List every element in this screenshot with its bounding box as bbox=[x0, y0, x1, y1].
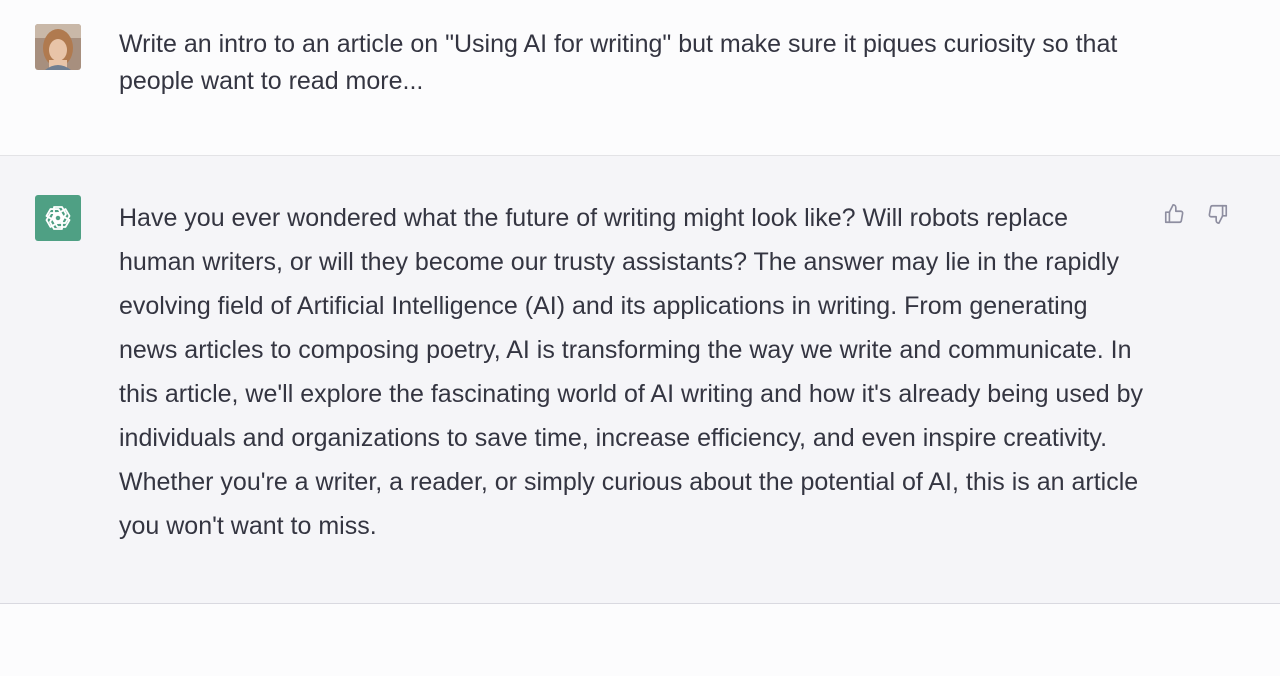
thumbs-down-icon[interactable] bbox=[1204, 200, 1232, 228]
assistant-message-row: Have you ever wondered what the future o… bbox=[0, 156, 1280, 604]
user-message-row: Write an intro to an article on "Using A… bbox=[0, 0, 1280, 156]
thumbs-up-icon[interactable] bbox=[1160, 200, 1188, 228]
user-avatar bbox=[35, 24, 81, 70]
chat-window: Write an intro to an article on "Using A… bbox=[0, 0, 1280, 676]
user-message-text: Write an intro to an article on "Using A… bbox=[119, 30, 1118, 95]
openai-logo-icon bbox=[35, 195, 81, 241]
assistant-message-text: Have you ever wondered what the future o… bbox=[119, 204, 1143, 540]
conversation-bottom-area bbox=[0, 604, 1280, 676]
